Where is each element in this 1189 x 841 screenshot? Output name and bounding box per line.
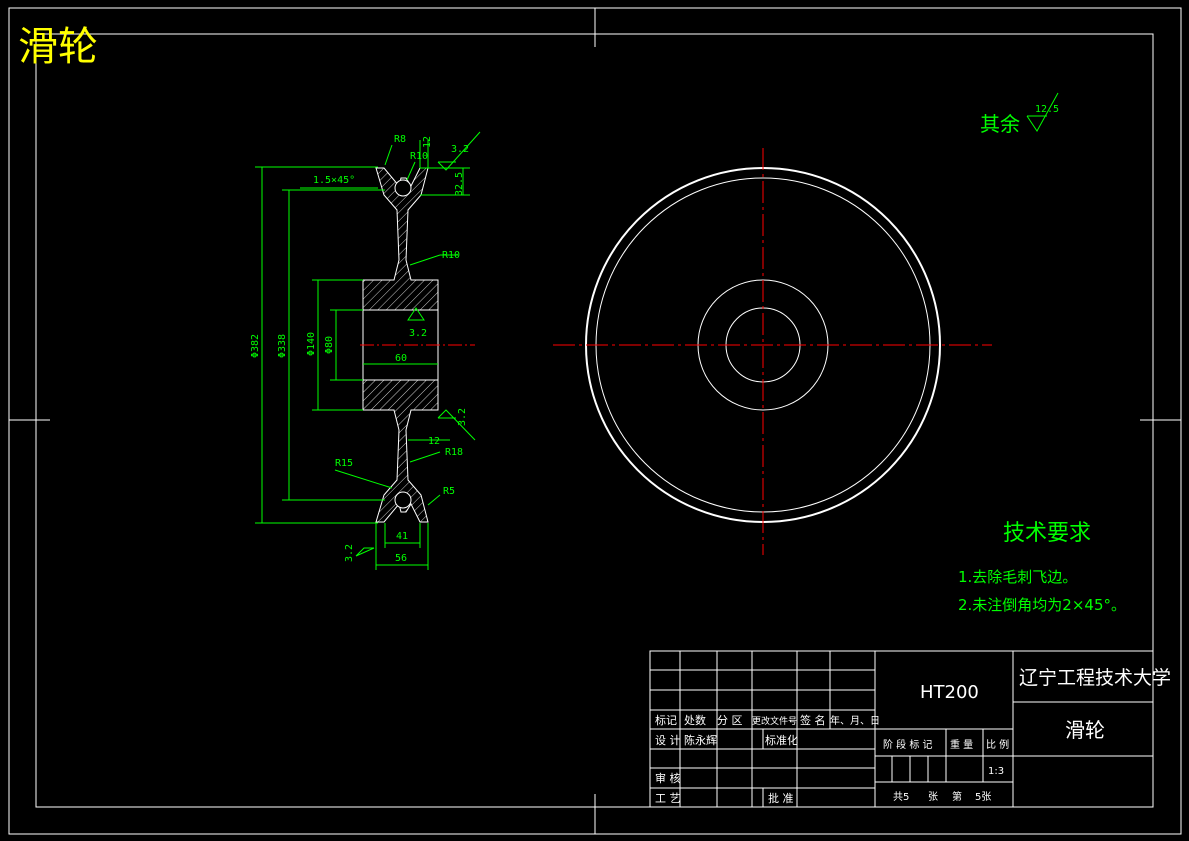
tb-stage-label: 阶 段 标 记 xyxy=(883,738,933,751)
tech-heading: 技术要求 xyxy=(1003,521,1091,546)
rough-3-2-center: 3.2 xyxy=(409,328,427,339)
tb-weight-label: 重 量 xyxy=(950,738,973,751)
dim-phi382: Φ382 xyxy=(250,334,261,358)
dim-r10-top: R10 xyxy=(410,151,428,162)
tb-header-count: 处数 xyxy=(684,714,706,727)
tb-process-label: 工 艺 xyxy=(655,792,681,805)
tb-sheet-no-label: 第 xyxy=(952,790,962,803)
drawing-sheet: 滑轮 其余 12.5 R8 R10 12 3.2 1.5×45° 32.5 R1… xyxy=(0,0,1189,841)
tb-header-sign: 签 名 xyxy=(800,713,826,727)
dim-r18: R18 xyxy=(445,447,463,458)
tb-university: 辽宁工程技术大学 xyxy=(1019,667,1171,689)
tb-review-label: 审 核 xyxy=(655,771,681,785)
tb-header-date: 年、月、日 xyxy=(830,714,880,727)
tb-standard-label: 标准化 xyxy=(765,733,798,747)
tb-sheets-total: 共5 xyxy=(893,791,909,803)
tb-approve-label: 批 准 xyxy=(768,791,794,805)
dim-r5: R5 xyxy=(443,486,455,497)
dim-r10-mid: R10 xyxy=(442,250,460,261)
roughness-general: 其余 12.5 xyxy=(980,92,1059,136)
drawing-title: 滑轮 xyxy=(18,24,98,70)
section-dimensions xyxy=(255,131,481,570)
tech-item-2: 2.未注倒角均为2×45°。 xyxy=(958,596,1126,614)
tb-header-change-doc: 更改文件号 xyxy=(752,715,797,727)
roughness-general-value: 12.5 xyxy=(1035,104,1059,115)
dim-phi80: Φ80 xyxy=(324,336,335,354)
tb-material: HT200 xyxy=(920,682,979,703)
tb-designer-name: 陈永辉 xyxy=(684,733,717,747)
tb-scale-label: 比 例 xyxy=(986,738,1009,751)
dim-phi338: Φ338 xyxy=(277,334,288,358)
dim-r15: R15 xyxy=(335,458,353,469)
cad-canvas: 滑轮 其余 12.5 R8 R10 12 3.2 1.5×45° 32.5 R1… xyxy=(8,7,1182,835)
tb-design-label: 设 计 xyxy=(655,734,681,747)
dim-32-5: 32.5 xyxy=(454,172,465,196)
tech-requirements: 技术要求 1.去除毛刺飞边。 2.未注倒角均为2×45°。 xyxy=(958,521,1126,614)
dim-12-bottom: 12 xyxy=(428,436,440,447)
dim-41: 41 xyxy=(396,531,408,542)
dim-56: 56 xyxy=(395,553,407,564)
rough-3-2-bottom: 3.2 xyxy=(344,544,355,562)
tb-part-name: 滑轮 xyxy=(1065,718,1105,742)
dim-r8: R8 xyxy=(394,134,406,145)
title-block-texts: 标记 处数 分 区 更改文件号 签 名 年、月、日 设 计 陈永辉 标准化 审 … xyxy=(655,667,1171,805)
tb-sheet-no: 5张 xyxy=(975,791,991,803)
dim-60: 60 xyxy=(395,353,407,364)
roughness-general-label: 其余 xyxy=(980,112,1020,136)
tb-header-mark: 标记 xyxy=(655,713,677,727)
tb-header-zone: 分 区 xyxy=(717,714,743,727)
tb-sheets-unit: 张 xyxy=(928,791,938,803)
dim-phi140: Φ140 xyxy=(306,332,317,356)
dim-12-top: 12 xyxy=(422,136,433,148)
tb-scale-value: 1:3 xyxy=(988,766,1004,777)
rough-3-2-right: 3.2 xyxy=(457,408,468,426)
front-centerlines xyxy=(553,148,992,555)
tech-item-1: 1.去除毛刺飞边。 xyxy=(958,568,1077,586)
rough-3-2-top: 3.2 xyxy=(451,144,469,155)
section-view xyxy=(360,167,475,523)
dim-chamfer: 1.5×45° xyxy=(313,175,355,186)
